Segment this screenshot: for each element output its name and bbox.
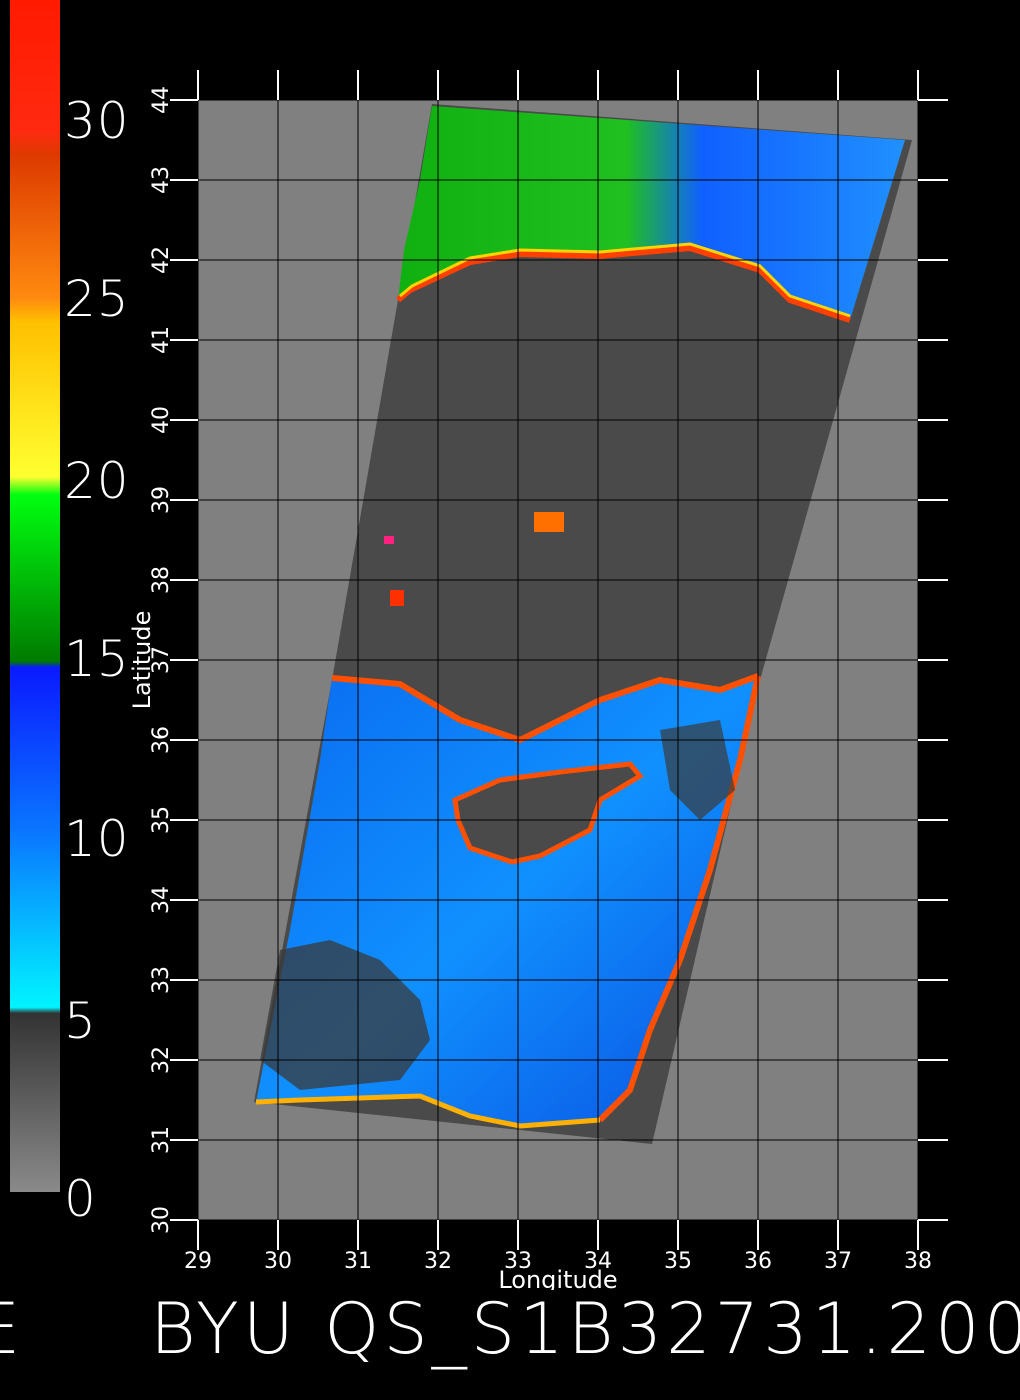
lon-tick-label: 37	[824, 1249, 852, 1274]
lake-feature	[390, 590, 404, 606]
lat-tick-label: 44	[149, 86, 174, 114]
lon-tick-label: 32	[424, 1249, 452, 1274]
y-axis-label: Latitude	[128, 611, 156, 710]
lon-tick-label: 30	[264, 1249, 292, 1274]
lon-tick-label: 35	[664, 1249, 692, 1274]
lat-tick-label: 42	[149, 246, 174, 274]
lat-tick-label: 43	[149, 166, 174, 194]
lat-tick-label: 38	[149, 566, 174, 594]
lake-feature	[534, 512, 564, 532]
lat-tick-label: 39	[149, 486, 174, 514]
lat-tick-label: 33	[149, 966, 174, 994]
lat-tick-label: 40	[149, 406, 174, 434]
image-title: BYU QS_S1B32731.200	[150, 1288, 1020, 1370]
lat-tick-label: 34	[149, 886, 174, 914]
lat-tick-label: 41	[149, 326, 174, 354]
lat-tick-label: 30	[149, 1206, 174, 1234]
title-fragment: E	[0, 1288, 20, 1370]
lat-tick-label: 35	[149, 806, 174, 834]
x-axis-label: Longitude	[498, 1266, 617, 1290]
lat-tick-label: 32	[149, 1046, 174, 1074]
lat-tick-label: 36	[149, 726, 174, 754]
map-plot: 29 30 31 32 33 34 35 36 37 3830313233343536373839…	[128, 70, 948, 1290]
lake-feature	[384, 536, 394, 544]
lon-tick-label: 31	[344, 1249, 372, 1274]
lon-tick-label: 36	[744, 1249, 772, 1274]
lat-tick-label: 31	[149, 1126, 174, 1154]
lon-tick-label: 38	[904, 1249, 932, 1274]
wind-map-figure: 30 25 20 15 10 5 0 29 30 31 32 33 34 35 …	[0, 0, 1020, 1400]
lon-tick-label: 29	[184, 1249, 212, 1274]
